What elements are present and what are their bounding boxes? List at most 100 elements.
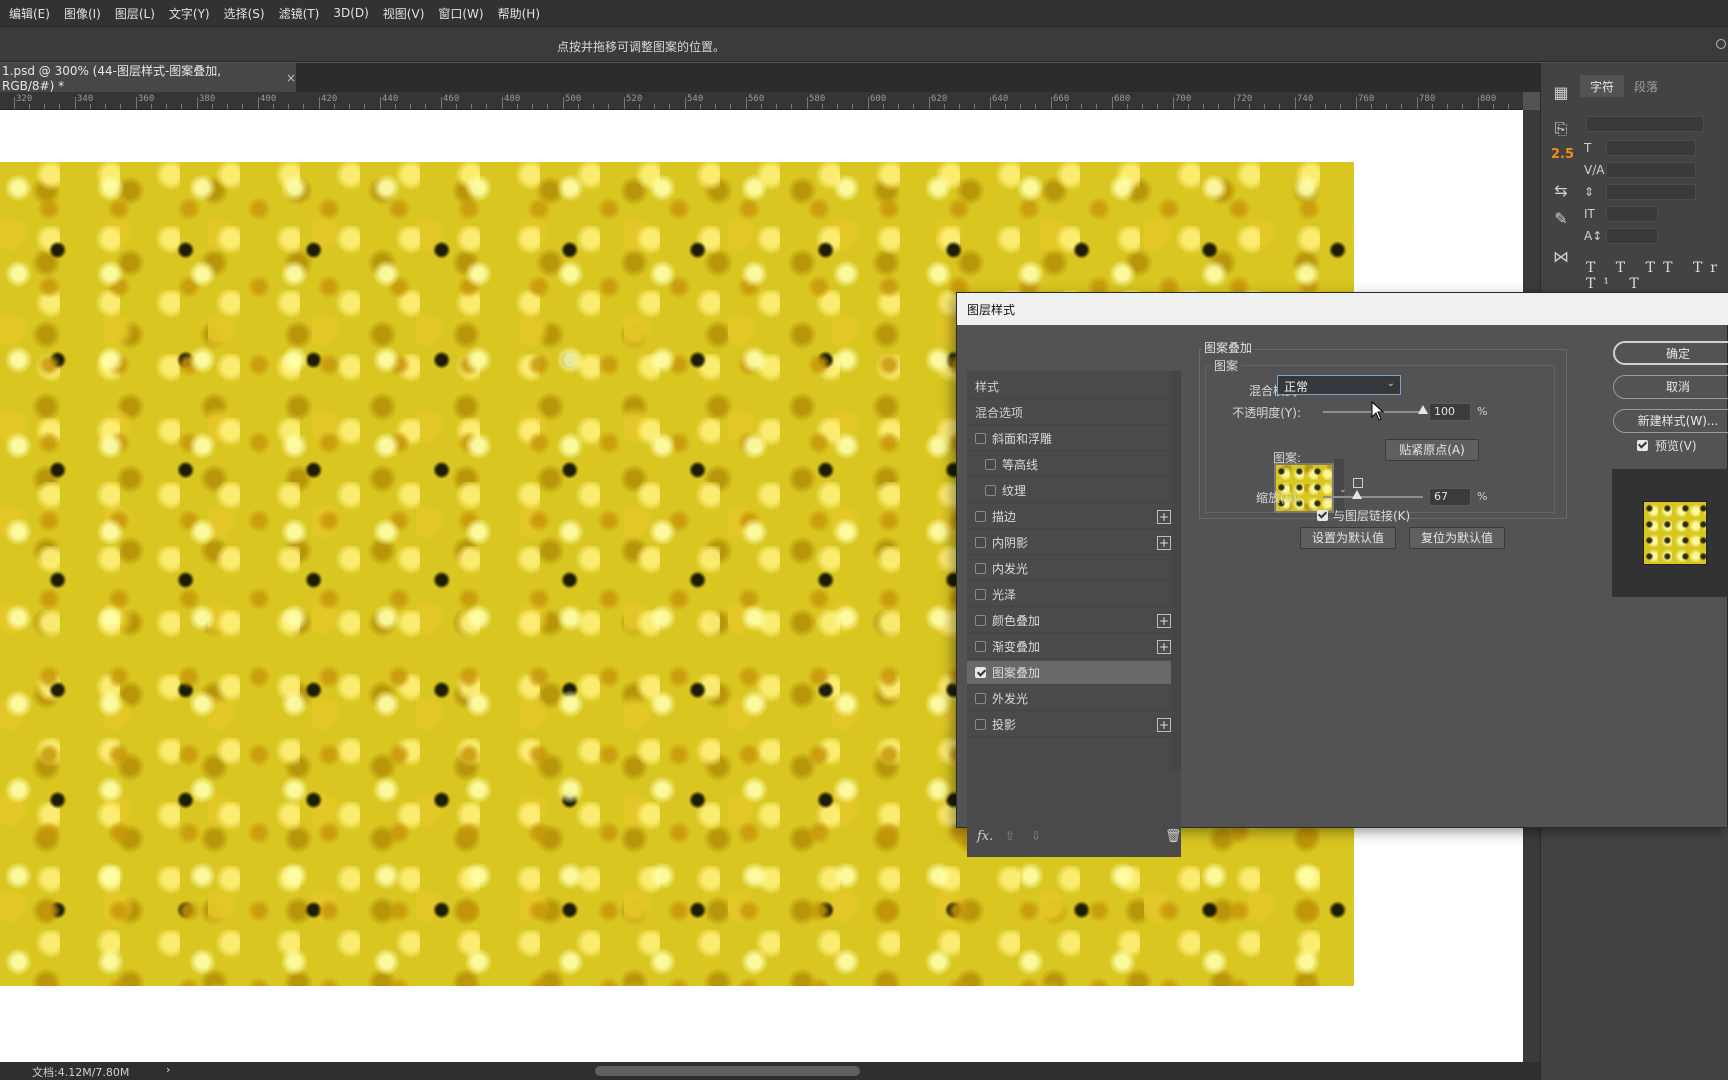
- fx-icon[interactable]: fx.: [977, 829, 993, 844]
- link-with-layer-checkbox[interactable]: [1317, 510, 1328, 521]
- brush-icon[interactable]: ✎: [1551, 209, 1571, 229]
- style-item[interactable]: 投影 +: [967, 713, 1171, 737]
- style-item-checkbox[interactable]: [975, 667, 986, 678]
- style-item-checkbox[interactable]: [975, 589, 986, 600]
- set-default-button[interactable]: 设置为默认值: [1300, 527, 1396, 549]
- document-tab[interactable]: 1.psd @ 300% (44-图层样式-图案叠加, RGB/8#) * ×: [0, 63, 296, 93]
- ok-button[interactable]: 确定: [1613, 341, 1728, 365]
- style-item[interactable]: 纹理: [967, 479, 1171, 503]
- ruler-tick-label: 700: [1175, 94, 1192, 104]
- ruler-minor-tick: [471, 104, 472, 109]
- add-instance-icon[interactable]: +: [1157, 718, 1171, 732]
- tab-character[interactable]: 字符: [1580, 75, 1625, 97]
- style-item[interactable]: 描边 +: [967, 505, 1171, 529]
- move-down-icon[interactable]: ⇩: [1031, 829, 1041, 843]
- blend-options-item[interactable]: 混合选项: [967, 401, 1171, 425]
- style-item-checkbox[interactable]: [975, 563, 986, 574]
- style-item-checkbox[interactable]: [975, 433, 986, 444]
- style-item-checkbox[interactable]: [975, 641, 986, 652]
- grid-icon[interactable]: ▦: [1551, 83, 1571, 103]
- snap-to-origin-button[interactable]: 贴紧原点(A): [1385, 439, 1479, 461]
- style-item-checkbox[interactable]: [975, 719, 986, 730]
- kerning-field[interactable]: [1606, 162, 1696, 178]
- horizontal-scrollbar[interactable]: [595, 1066, 860, 1076]
- chevron-down-icon: ⌄: [1386, 378, 1395, 389]
- style-item-checkbox[interactable]: [975, 615, 986, 626]
- font-size-field[interactable]: [1606, 140, 1696, 156]
- style-item[interactable]: 等高线: [967, 453, 1171, 477]
- style-item[interactable]: 内阴影 +: [967, 531, 1171, 555]
- bowtie-icon[interactable]: ⋈: [1551, 247, 1571, 267]
- scale-field[interactable]: [1606, 184, 1696, 200]
- style-item[interactable]: 外发光: [967, 687, 1171, 711]
- styles-header[interactable]: 样式: [967, 375, 1171, 399]
- menu-layer[interactable]: 图层(L): [108, 5, 162, 22]
- ruler-minor-tick: [639, 104, 640, 109]
- style-item-label: 光泽: [992, 588, 1017, 602]
- add-instance-icon[interactable]: +: [1157, 536, 1171, 550]
- style-item[interactable]: 渐变叠加 +: [967, 635, 1171, 659]
- add-instance-icon[interactable]: +: [1157, 614, 1171, 628]
- history-icon[interactable]: ⎘: [1551, 119, 1571, 139]
- adjust-icon[interactable]: ⇆: [1551, 181, 1571, 201]
- style-item[interactable]: 斜面和浮雕: [967, 427, 1171, 451]
- style-item[interactable]: 内发光: [967, 557, 1171, 581]
- brush-size-readout[interactable]: 2.5: [1551, 145, 1574, 165]
- menu-view[interactable]: 视图(V): [376, 5, 432, 22]
- ruler-tick-label: 760: [1358, 94, 1375, 104]
- preview-label: 预览(V): [1655, 439, 1697, 453]
- blend-mode-select[interactable]: 正常 ⌄: [1277, 375, 1401, 395]
- menu-type[interactable]: 文字(Y): [162, 5, 217, 22]
- menu-window[interactable]: 窗口(W): [431, 5, 490, 22]
- menu-edit[interactable]: 编辑(E): [2, 5, 57, 22]
- style-item-label: 内发光: [992, 562, 1029, 576]
- trash-icon[interactable]: 🗑: [1165, 829, 1182, 844]
- chevron-right-icon[interactable]: ›: [166, 1063, 170, 1076]
- scale-slider-thumb[interactable]: [1352, 490, 1362, 499]
- style-item[interactable]: 图案叠加: [967, 661, 1171, 685]
- scale-slider-track[interactable]: [1323, 496, 1423, 498]
- search-icon[interactable]: [1716, 39, 1726, 49]
- new-preset-icon[interactable]: [1353, 478, 1363, 488]
- menu-filter[interactable]: 滤镜(T): [272, 5, 327, 22]
- preview-checkbox[interactable]: [1637, 440, 1648, 451]
- move-up-icon[interactable]: ⇧: [1005, 829, 1015, 843]
- new-style-button[interactable]: 新建样式(W)...: [1613, 409, 1728, 433]
- chevron-down-icon[interactable]: ⌄: [1339, 485, 1347, 495]
- cancel-button[interactable]: 取消: [1613, 375, 1728, 399]
- add-instance-icon[interactable]: +: [1157, 510, 1171, 524]
- tab-paragraph[interactable]: 段落: [1624, 75, 1668, 97]
- close-icon[interactable]: ×: [286, 71, 296, 85]
- style-item-checkbox[interactable]: [975, 693, 986, 704]
- menu-3d[interactable]: 3D(D): [326, 6, 375, 20]
- styles-list-scrollbar[interactable]: [1171, 371, 1181, 771]
- vertical-scale-field[interactable]: [1606, 206, 1658, 222]
- ruler-tick-label: 340: [77, 94, 94, 104]
- ruler-minor-tick: [181, 104, 182, 109]
- document-size-info[interactable]: 文档:4.12M/7.80M: [32, 1064, 129, 1080]
- ruler-tick: [929, 97, 930, 109]
- add-instance-icon[interactable]: +: [1157, 640, 1171, 654]
- typography-buttons[interactable]: T T TT Tr T¹ T: [1586, 260, 1728, 292]
- font-family-field[interactable]: [1586, 116, 1704, 132]
- ruler-minor-tick: [1203, 104, 1204, 109]
- ruler-minor-tick: [90, 104, 91, 109]
- baseline-field[interactable]: [1606, 228, 1658, 244]
- ruler-tick: [807, 97, 808, 109]
- style-item-checkbox[interactable]: [985, 485, 996, 496]
- menu-image[interactable]: 图像(I): [57, 5, 108, 22]
- style-item[interactable]: 光泽: [967, 583, 1171, 607]
- scale-input[interactable]: 67: [1429, 488, 1471, 506]
- ruler-minor-tick: [883, 104, 884, 109]
- opacity-slider-thumb[interactable]: [1418, 405, 1428, 414]
- opacity-input[interactable]: 100: [1429, 403, 1471, 421]
- ruler-minor-tick: [608, 104, 609, 109]
- style-item-checkbox[interactable]: [985, 459, 996, 470]
- menu-help[interactable]: 帮助(H): [491, 5, 547, 22]
- style-item-checkbox[interactable]: [975, 537, 986, 548]
- ruler-tick-label: 500: [565, 94, 582, 104]
- style-item[interactable]: 颜色叠加 +: [967, 609, 1171, 633]
- reset-default-button[interactable]: 复位为默认值: [1409, 527, 1505, 549]
- style-item-checkbox[interactable]: [975, 511, 986, 522]
- menu-select[interactable]: 选择(S): [217, 5, 272, 22]
